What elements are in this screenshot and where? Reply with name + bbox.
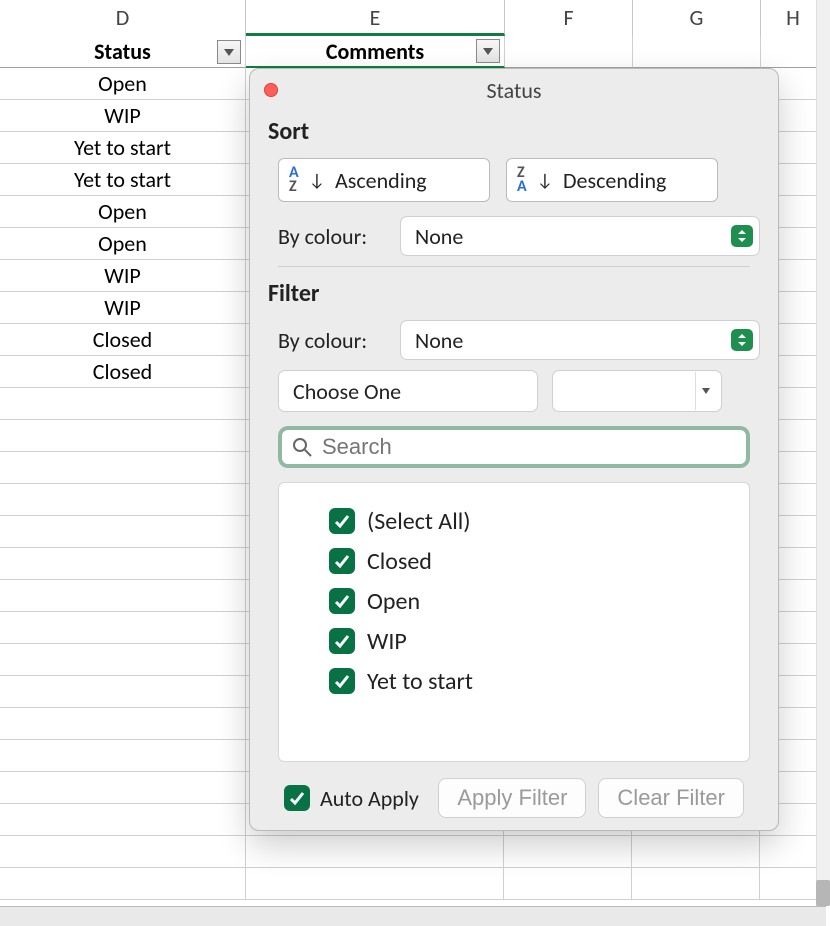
search-field[interactable] <box>278 426 750 468</box>
column-header-D[interactable]: D <box>0 0 246 36</box>
sort-by-colour-select[interactable]: None <box>400 216 760 256</box>
chevron-down-icon <box>695 372 715 410</box>
auto-apply-label: Auto Apply <box>320 785 419 812</box>
chevron-down-icon <box>482 46 494 56</box>
sort-by-colour-label: By colour: <box>278 223 388 250</box>
filter-condition-select[interactable]: Choose One <box>278 370 538 412</box>
header-text: Status <box>94 38 151 65</box>
filter-by-colour-label: By colour: <box>278 327 388 354</box>
cell-status[interactable]: Open <box>0 228 246 260</box>
vertical-scrollbar[interactable] <box>816 0 830 906</box>
arrow-down-icon: ↓ <box>537 169 553 191</box>
filter-section-label: Filter <box>268 279 760 308</box>
select-caret-icon <box>731 329 753 351</box>
apply-filter-button[interactable]: Apply Filter <box>438 778 586 818</box>
header-cell[interactable] <box>633 36 761 68</box>
horizontal-scrollbar[interactable] <box>0 906 826 926</box>
cell-status[interactable]: Yet to start <box>0 132 246 164</box>
divider <box>278 266 750 267</box>
filter-item-label: (Select All) <box>367 507 471 536</box>
checkbox-checked-icon <box>329 588 355 614</box>
cell-status[interactable]: Closed <box>0 356 246 388</box>
filter-item-select-all[interactable]: (Select All) <box>329 501 733 541</box>
cell-status[interactable]: Open <box>0 68 246 100</box>
sort-descending-icon: ZA <box>517 166 527 194</box>
search-icon <box>292 437 312 457</box>
header-cell-status[interactable]: Status <box>0 36 246 68</box>
filter-by-colour-select[interactable]: None <box>400 320 760 360</box>
sort-descending-label: Descending <box>563 167 666 194</box>
sort-section-label: Sort <box>268 117 760 146</box>
checkbox-checked-icon <box>284 785 310 811</box>
arrow-down-icon: ↓ <box>309 169 325 191</box>
cell-status[interactable]: Open <box>0 196 246 228</box>
column-header-F[interactable]: F <box>505 0 633 36</box>
column-header-E[interactable]: E <box>246 0 505 36</box>
panel-title: Status <box>250 77 778 104</box>
sort-ascending-label: Ascending <box>335 167 427 194</box>
header-text: Comments <box>326 38 424 65</box>
cell-status[interactable]: WIP <box>0 292 246 324</box>
filter-item-open[interactable]: Open <box>329 581 733 621</box>
filter-item-label: Open <box>367 587 420 616</box>
panel-titlebar: Status <box>250 69 778 111</box>
scrollbar-thumb[interactable] <box>816 880 830 906</box>
filter-item-label: Yet to start <box>367 667 473 696</box>
clear-filter-button[interactable]: Clear Filter <box>598 778 744 818</box>
select-caret-icon <box>731 225 753 247</box>
checkbox-checked-icon <box>329 668 355 694</box>
auto-apply-checkbox[interactable]: Auto Apply <box>284 785 419 812</box>
filter-item-closed[interactable]: Closed <box>329 541 733 581</box>
column-header-row: D E F G H <box>0 0 826 36</box>
table-header-row: Status Comments <box>0 36 826 68</box>
cell-status[interactable]: Yet to start <box>0 164 246 196</box>
header-cell[interactable] <box>505 36 633 68</box>
search-input[interactable] <box>322 434 736 460</box>
sort-ascending-button[interactable]: AZ ↓ Ascending <box>278 158 490 202</box>
checkbox-checked-icon <box>329 548 355 574</box>
filter-toggle-status[interactable] <box>217 40 241 64</box>
select-caret-icon <box>521 385 531 397</box>
filter-by-colour-value: None <box>415 327 463 354</box>
cell-status[interactable]: WIP <box>0 260 246 292</box>
column-header-G[interactable]: G <box>633 0 761 36</box>
filter-value-combobox[interactable] <box>552 370 722 412</box>
close-icon[interactable] <box>264 83 278 97</box>
cell-status[interactable]: WIP <box>0 100 246 132</box>
checkbox-checked-icon <box>329 628 355 654</box>
sort-by-colour-value: None <box>415 223 463 250</box>
sort-descending-button[interactable]: ZA ↓ Descending <box>506 158 718 202</box>
filter-condition-value: Choose One <box>293 378 401 405</box>
filter-item-yet-to-start[interactable]: Yet to start <box>329 661 733 701</box>
filter-toggle-comments[interactable] <box>476 39 500 63</box>
sort-ascending-icon: AZ <box>289 166 299 194</box>
filter-item-label: WIP <box>367 627 407 656</box>
filter-panel: Status Sort AZ ↓ Ascending ZA ↓ Descendi… <box>249 68 779 831</box>
chevron-down-icon <box>223 47 235 57</box>
checkbox-checked-icon <box>329 508 355 534</box>
filter-item-wip[interactable]: WIP <box>329 621 733 661</box>
header-cell-comments[interactable]: Comments <box>246 36 505 68</box>
cell-status[interactable]: Closed <box>0 324 246 356</box>
filter-values-list: (Select All) Closed Open WIP Yet to star… <box>278 482 750 762</box>
filter-item-label: Closed <box>367 547 432 576</box>
